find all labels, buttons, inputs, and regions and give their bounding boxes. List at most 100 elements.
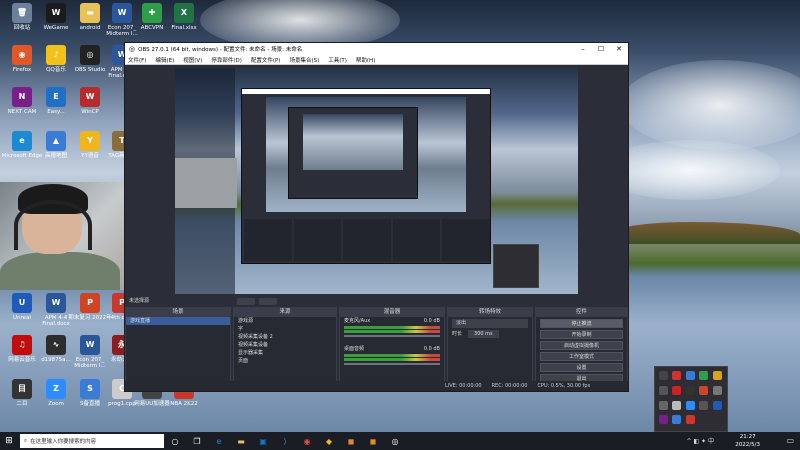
app-taskbar-icon[interactable]: ◼ xyxy=(340,432,362,450)
source-properties-button[interactable] xyxy=(237,298,255,305)
audio-meter xyxy=(344,354,440,357)
tray-icon[interactable] xyxy=(659,400,668,410)
menu-help[interactable]: 帮助(H) xyxy=(356,56,375,64)
qq-music-icon: ♪ xyxy=(46,45,66,65)
channel-level: 0.0 dB xyxy=(423,318,440,324)
vpn-icon: ✚ xyxy=(142,3,162,23)
tray-icon[interactable] xyxy=(685,400,695,410)
settings-button[interactable]: 设置 xyxy=(540,363,623,372)
volume-slider[interactable] xyxy=(344,335,440,337)
maximize-button[interactable]: ☐ xyxy=(592,45,610,53)
clock-time: 21:27 xyxy=(739,434,756,440)
tray-icon[interactable] xyxy=(685,415,695,425)
notification-icon[interactable]: ▭ xyxy=(786,436,794,445)
tray-icon[interactable] xyxy=(699,385,709,395)
transition-select[interactable]: 淡出 xyxy=(452,319,528,328)
source-filters-button[interactable] xyxy=(259,298,277,305)
tray-icon[interactable] xyxy=(659,415,668,425)
tray-icon[interactable] xyxy=(672,400,682,410)
stop-streaming-button[interactable]: 停止推流 xyxy=(540,319,623,328)
menu-tools[interactable]: 工具(T) xyxy=(328,56,347,64)
audio-meter xyxy=(344,330,440,333)
menu-edit[interactable]: 编辑(E) xyxy=(155,56,174,64)
mixer-channel: 桌面音频 0.0 dB xyxy=(340,345,444,353)
channel-name: 桌面音频 xyxy=(344,346,365,352)
preview-docks xyxy=(242,217,492,263)
menu-file[interactable]: 文件(F) xyxy=(128,56,146,64)
sources-dock-title: 来源 xyxy=(234,308,336,317)
status-bar: LIVE: 00:00:00 REC: 00:00:00 CPU: 0.5%, … xyxy=(125,381,628,391)
audio-meter xyxy=(344,358,440,361)
preview-desktop-capture xyxy=(175,68,578,294)
transitions-dock-title: 转场特效 xyxy=(448,308,532,317)
webcam-overlay xyxy=(0,182,134,290)
live-status: LIVE: 00:00:00 xyxy=(445,383,482,389)
file-explorer-icon[interactable]: ▬ xyxy=(230,432,252,450)
wegame-icon: W xyxy=(46,3,66,23)
tray-icon[interactable] xyxy=(712,385,722,395)
duration-field[interactable]: 300 ms xyxy=(468,330,499,338)
start-recording-button[interactable]: 开始录制 xyxy=(540,330,623,339)
tray-icon[interactable] xyxy=(672,371,682,380)
scene-item[interactable]: 游戏直播 xyxy=(126,317,230,325)
tray-icon[interactable] xyxy=(685,371,695,380)
menu-view[interactable]: 视图(V) xyxy=(183,56,202,64)
menu-scene-collection[interactable]: 场景集合(S) xyxy=(289,56,319,64)
channel-name: 麦克风/Aux xyxy=(344,318,371,324)
zoom-icon: Z xyxy=(46,379,66,399)
source-item[interactable]: 显示器采集 xyxy=(234,349,336,357)
dock-area: 未选择源 场景 游戏直播 + − ˄ ˅ 来源 游戏源 字 视频采集设备 2 xyxy=(125,297,628,391)
menu-docks[interactable]: 停靠部件(D) xyxy=(211,56,242,64)
tray-icon[interactable] xyxy=(659,371,668,380)
desktop-icon[interactable]: W WinCP xyxy=(68,86,112,128)
cortana-icon[interactable]: ○ xyxy=(164,432,186,450)
music-icon: ♫ xyxy=(12,335,32,355)
tray-icon[interactable] xyxy=(672,385,682,395)
tray-icon[interactable] xyxy=(685,385,695,395)
app-icon: E xyxy=(46,87,66,107)
menu-profile[interactable]: 配置文件(P) xyxy=(251,56,281,64)
source-item[interactable]: 游戏源 xyxy=(234,317,336,325)
desktop-icon[interactable]: X Final.xlsx xyxy=(162,2,206,44)
tray-glyphs[interactable]: ^ ◧ ✦ 中 xyxy=(687,436,714,445)
edge-taskbar-icon[interactable]: e xyxy=(208,432,230,450)
clock[interactable]: 21:27 2022/5/3 xyxy=(735,433,760,449)
preview-nested-canvas-2 xyxy=(303,114,403,170)
tray-icon[interactable] xyxy=(699,371,709,380)
start-virtual-camera-button[interactable]: 启动虚拟摄像机 xyxy=(540,341,623,350)
task-view-icon[interactable]: ❐ xyxy=(186,432,208,450)
tray-icon[interactable] xyxy=(712,400,722,410)
obs-taskbar-icon[interactable]: ◎ xyxy=(384,432,406,450)
app-icon: W xyxy=(80,87,100,107)
obs-titlebar[interactable]: ◎ OBS 27.0.1 (64 bit, windows) - 配置文件: 未… xyxy=(125,43,628,55)
rec-status: REC: 00:00:00 xyxy=(491,383,528,389)
minimize-button[interactable]: – xyxy=(574,45,592,53)
clock-date: 2022/5/3 xyxy=(735,442,760,448)
preview-canvas[interactable] xyxy=(175,68,578,294)
tray-icon[interactable] xyxy=(712,371,722,380)
source-item[interactable]: 视频采集设备 xyxy=(234,341,336,349)
mixer-dock-title: 混音器 xyxy=(340,308,444,317)
windows-start-icon[interactable]: ⊞ xyxy=(0,432,18,450)
studio-mode-button[interactable]: 工作室模式 xyxy=(540,352,623,361)
channel-level: 0.0 dB xyxy=(423,346,440,352)
close-button[interactable]: ✕ xyxy=(610,45,628,53)
tray-icon[interactable] xyxy=(659,385,668,395)
mixer-channel: 麦克风/Aux 0.0 dB xyxy=(340,317,444,325)
tray-icon[interactable] xyxy=(672,415,682,425)
volume-slider[interactable] xyxy=(344,363,440,365)
source-item[interactable]: 视频采集设备 2 xyxy=(234,333,336,341)
chrome-icon[interactable]: ◉ xyxy=(296,432,318,450)
obs-window[interactable]: ◎ OBS 27.0.1 (64 bit, windows) - 配置文件: 未… xyxy=(124,42,629,392)
source-item[interactable]: 页面 xyxy=(234,357,336,365)
store-icon[interactable]: ▣ xyxy=(252,432,274,450)
desktop: 🗑 回收站 W WeGame ▬ android W Econ 207_ Midterm I.… xyxy=(0,0,800,432)
person-body xyxy=(0,252,120,290)
source-item[interactable]: 字 xyxy=(234,325,336,333)
vscode-icon[interactable]: ⟩ xyxy=(274,432,296,450)
tray-icon[interactable] xyxy=(699,400,709,410)
app-taskbar-icon[interactable]: ◆ xyxy=(318,432,340,450)
taskbar-search[interactable]: ⌕ 在这里输入你要搜索的内容 xyxy=(20,434,164,448)
excel-icon: X xyxy=(174,3,194,23)
app-taskbar-icon[interactable]: ◼ xyxy=(362,432,384,450)
